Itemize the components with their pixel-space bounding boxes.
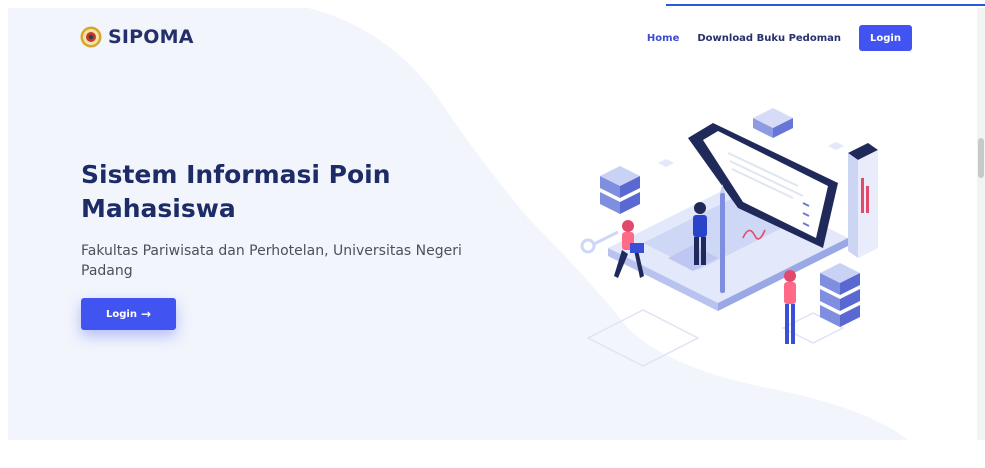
server-stack-top [753, 108, 793, 138]
browser-bottom-strip [0, 440, 985, 468]
brand[interactable]: SIPOMA [80, 26, 194, 48]
floor-tile-shape [586, 309, 700, 367]
scrollbar[interactable] [977, 8, 985, 440]
server-stack-left [600, 166, 640, 214]
server-tower-right [848, 143, 878, 258]
external-link-underline[interactable] [666, 0, 985, 6]
arrow-right-icon: → [140, 307, 151, 321]
university-seal-logo [80, 26, 102, 48]
hero-subtitle: Fakultas Pariwisata dan Perhotelan, Univ… [81, 243, 462, 279]
scrollbar-thumb[interactable] [978, 138, 984, 178]
nav-login-button[interactable]: Login [859, 25, 912, 51]
nav-download-link[interactable]: Download Buku Pedoman [697, 33, 841, 44]
hero-illustration [580, 108, 878, 367]
browser-top-strip [0, 0, 985, 8]
top-nav: Home Download Buku Pedoman Login [647, 25, 912, 51]
brand-name: SIPOMA [108, 26, 194, 48]
nav-home-link[interactable]: Home [647, 33, 679, 44]
person-right [784, 270, 796, 344]
server-stack-bottom-right [820, 263, 860, 327]
hero-login-label: Login [105, 308, 137, 320]
hero-login-button[interactable]: Login → [81, 298, 176, 330]
page-viewport: SIPOMA Home Download Buku Pedoman Login … [8, 8, 977, 440]
hero-title: Sistem Informasi Poin Mahasiswa [81, 160, 391, 223]
